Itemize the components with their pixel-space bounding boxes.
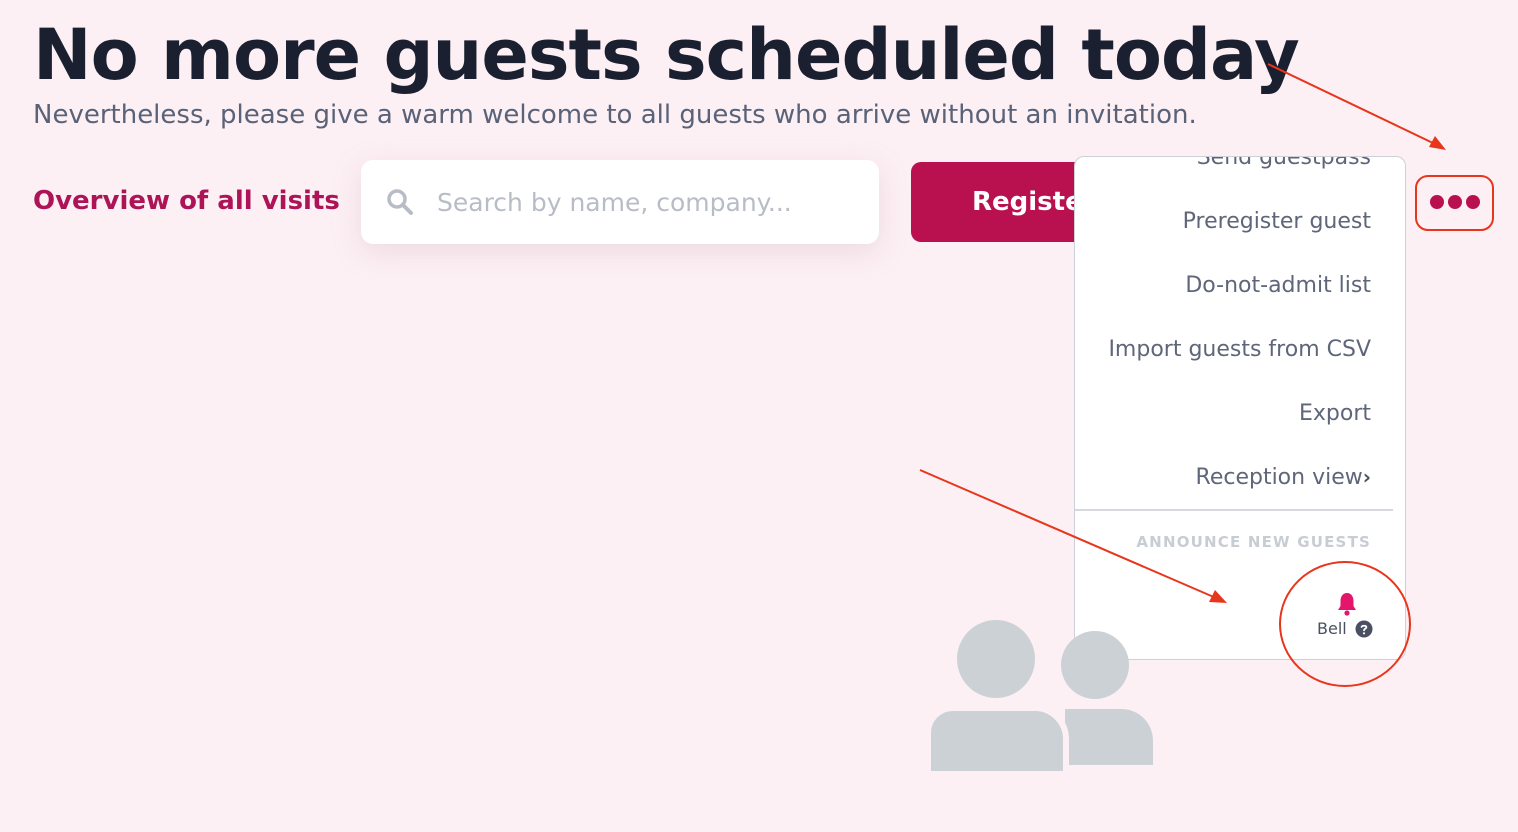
page-subtitle: Nevertheless, please give a warm welcome… xyxy=(33,100,1197,130)
menu-item-send-guestpass[interactable]: Send guestpass xyxy=(1197,157,1371,170)
search-icon xyxy=(387,189,413,215)
chevron-right-icon: › xyxy=(1362,465,1371,489)
menu-item-export[interactable]: Export xyxy=(1299,401,1371,426)
menu-item-reception-view[interactable]: Reception view› xyxy=(1196,465,1371,490)
menu-item-reception-view-label: Reception view xyxy=(1195,465,1363,490)
overview-link[interactable]: Overview of all visits xyxy=(33,186,340,216)
announce-section-label: ANNOUNCE NEW GUESTS xyxy=(1136,533,1371,551)
menu-item-do-not-admit-list[interactable]: Do-not-admit list xyxy=(1185,273,1371,298)
menu-item-preregister-guest[interactable]: Preregister guest xyxy=(1183,209,1371,234)
search-input[interactable] xyxy=(437,180,857,224)
annotation-highlight-more-button xyxy=(1415,175,1494,231)
search-box xyxy=(361,160,879,244)
page-title: No more guests scheduled today xyxy=(33,14,1300,96)
menu-divider xyxy=(1075,509,1393,511)
annotation-highlight-bell xyxy=(1279,561,1411,687)
guests-illustration xyxy=(925,615,1153,777)
menu-item-import-csv[interactable]: Import guests from CSV xyxy=(1108,337,1371,362)
